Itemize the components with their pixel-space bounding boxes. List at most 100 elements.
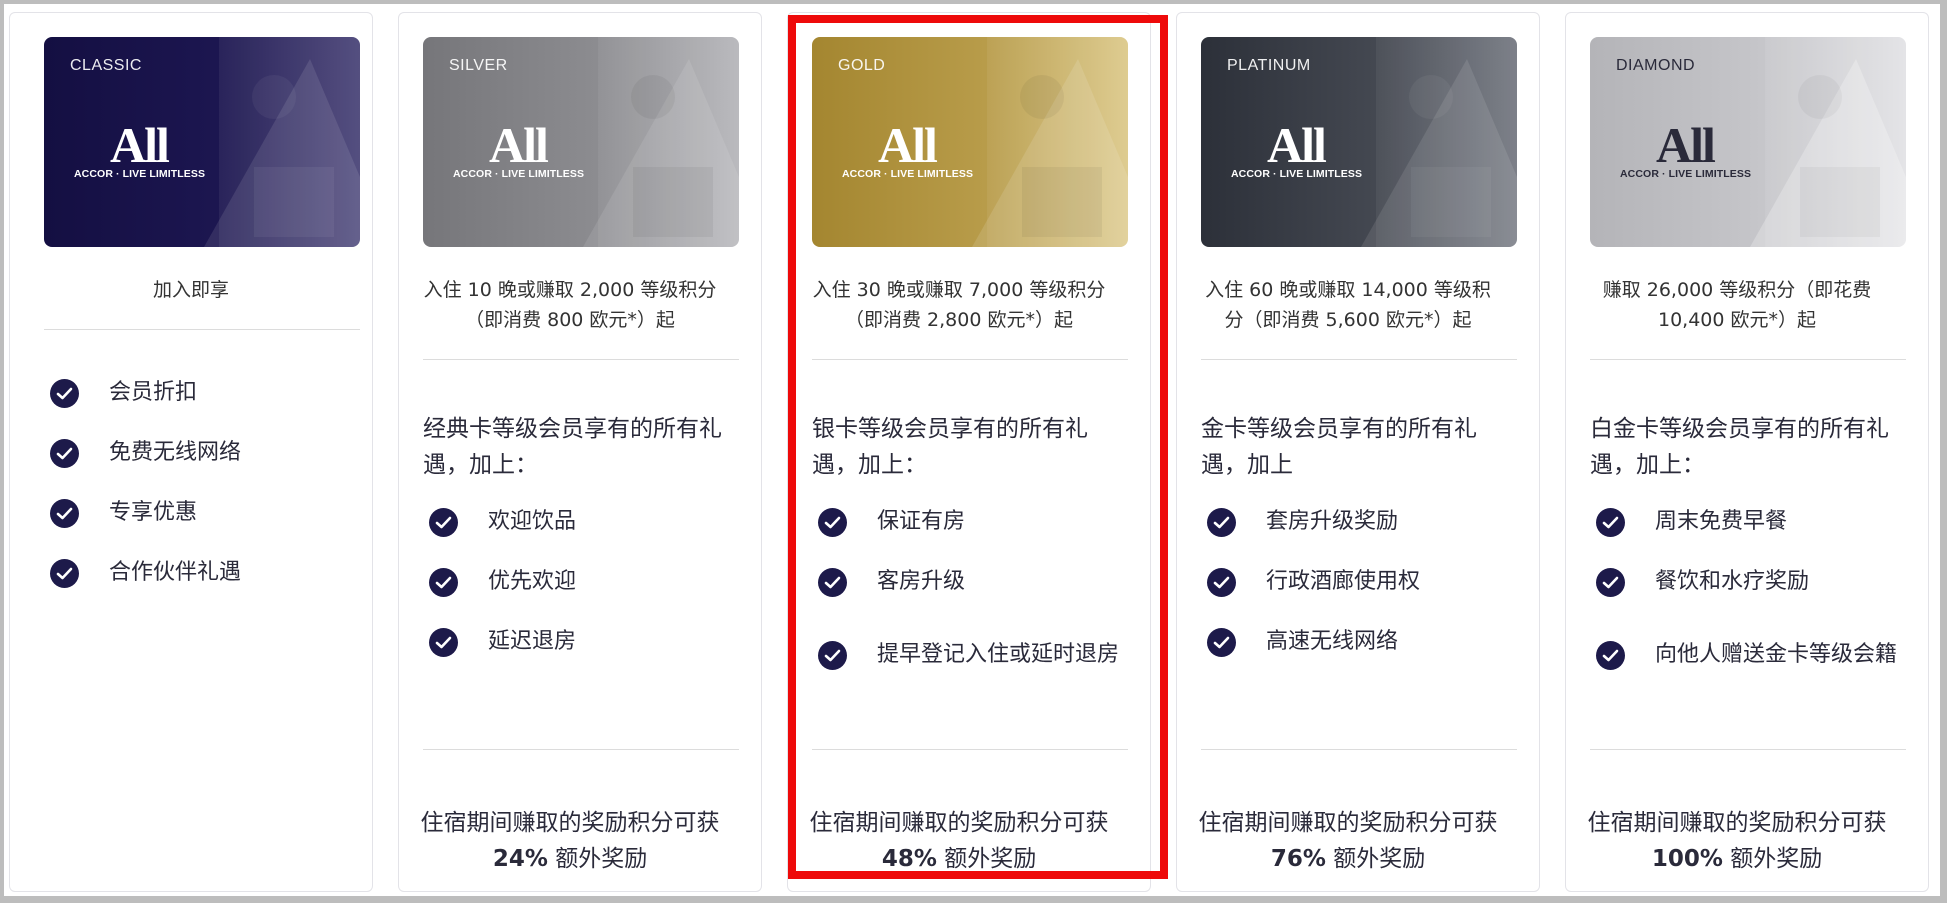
tier-card-diamond: DIAMOND All ACCOR · LIVE LIMITLESS xyxy=(1590,37,1906,247)
logo-tagline: ACCOR · LIVE LIMITLESS xyxy=(74,168,206,180)
divider xyxy=(1590,749,1906,750)
benefit-item: 优先欢迎 xyxy=(423,567,739,597)
benefit-item: 套房升级奖励 xyxy=(1201,507,1517,537)
benefit-item: 餐饮和水疗奖励 xyxy=(1590,567,1906,597)
bonus-text: 住宿期间赚取的奖励积分可获 xyxy=(420,810,720,836)
tier-intro: 金卡等级会员享有的所有礼遇，加上 xyxy=(1201,416,1477,478)
divider xyxy=(44,329,360,330)
requirement-line: （即消费 2,800 欧元*）起 xyxy=(845,309,1073,331)
benefit-item: 向他人赠送金卡等级会籍 xyxy=(1590,627,1906,683)
divider xyxy=(1590,359,1906,360)
check-circle-icon xyxy=(50,558,79,588)
tier-column-gold: GOLD All ACCOR · LIVE LIMITLESS 入住 30 晚或… xyxy=(787,12,1151,892)
bonus-suffix: 额外奖励 xyxy=(1730,846,1823,872)
tier-name: SILVER xyxy=(449,57,508,74)
benefit-list: 套房升级奖励 行政酒廊使用权 高速无线网络 xyxy=(1201,507,1517,687)
benefit-label: 保证有房 xyxy=(877,509,966,534)
logo-wordmark: All xyxy=(1267,117,1327,173)
bonus-percentage: 24% xyxy=(492,846,548,872)
benefit-list: 会员折扣 免费无线网络 专享优惠 合作伙伴礼遇 xyxy=(44,378,360,618)
logo-wordmark: All xyxy=(489,117,549,173)
check-circle-icon xyxy=(429,507,458,537)
bonus-suffix: 额外奖励 xyxy=(555,846,648,872)
benefit-label: 专享优惠 xyxy=(109,500,198,525)
logo-wordmark: All xyxy=(878,117,938,173)
tier-bonus: 住宿期间赚取的奖励积分可获 100% 额外奖励 xyxy=(1574,805,1900,877)
logo-tagline: ACCOR · LIVE LIMITLESS xyxy=(842,168,974,180)
benefit-label: 行政酒廊使用权 xyxy=(1266,569,1421,594)
bonus-text: 住宿期间赚取的奖励积分可获 xyxy=(1198,810,1498,836)
tier-bonus: 住宿期间赚取的奖励积分可获 48% 额外奖励 xyxy=(796,805,1122,877)
benefit-item: 高速无线网络 xyxy=(1201,627,1517,657)
tier-requirement: 入住 10 晚或赚取 2,000 等级积分 （即消费 800 欧元*）起 xyxy=(407,275,733,335)
tier-column-silver: SILVER All ACCOR · LIVE LIMITLESS 入住 10 … xyxy=(398,12,762,892)
benefit-item: 合作伙伴礼遇 xyxy=(44,558,360,588)
benefit-list: 欢迎饮品 优先欢迎 延迟退房 xyxy=(423,507,739,687)
accor-all-logo: All ACCOR · LIVE LIMITLESS xyxy=(74,117,206,181)
tier-bonus: 住宿期间赚取的奖励积分可获 76% 额外奖励 xyxy=(1185,805,1511,877)
requirement-line: 加入即享 xyxy=(152,279,229,301)
tier-card-classic: CLASSIC All ACCOR · LIVE LIMITLESS xyxy=(44,37,360,247)
benefit-label: 提早登记入住或延时退房 xyxy=(877,642,1120,667)
bonus-suffix: 额外奖励 xyxy=(1333,846,1426,872)
bonus-text: 住宿期间赚取的奖励积分可获 xyxy=(809,810,1109,836)
benefit-label: 优先欢迎 xyxy=(488,569,577,594)
benefit-list: 保证有房 客房升级 提早登记入住或延时退房 xyxy=(812,507,1128,713)
tier-intro: 银卡等级会员享有的所有礼遇，加上： xyxy=(812,416,1088,478)
accor-all-logo: All ACCOR · LIVE LIMITLESS xyxy=(453,117,584,181)
check-circle-icon xyxy=(429,627,458,657)
tier-requirement: 入住 30 晚或赚取 7,000 等级积分 （即消费 2,800 欧元*）起 xyxy=(796,275,1122,335)
check-circle-icon xyxy=(818,567,847,597)
requirement-line: 入住 60 晚或赚取 14,000 等级积 xyxy=(1205,279,1491,301)
requirement-line: 10,400 欧元*）起 xyxy=(1657,309,1817,331)
divider xyxy=(812,359,1128,360)
accor-all-logo: All ACCOR · LIVE LIMITLESS xyxy=(1620,117,1752,181)
tier-card-silver: SILVER All ACCOR · LIVE LIMITLESS xyxy=(423,37,739,247)
tier-comparison: CLASSIC All ACCOR · LIVE LIMITLESS 加入即享 … xyxy=(4,4,1940,896)
check-circle-icon xyxy=(50,378,79,408)
benefit-item: 专享优惠 xyxy=(44,498,360,528)
bonus-percentage: 76% xyxy=(1270,846,1326,872)
tier-card-gold: GOLD All ACCOR · LIVE LIMITLESS xyxy=(812,37,1128,247)
check-circle-icon xyxy=(1596,507,1625,537)
benefit-item: 欢迎饮品 xyxy=(423,507,739,537)
tier-requirement: 入住 60 晚或赚取 14,000 等级积 分（即消费 5,600 欧元*）起 xyxy=(1185,275,1511,335)
logo-wordmark: All xyxy=(110,117,170,173)
tier-column-diamond: DIAMOND All ACCOR · LIVE LIMITLESS 赚取 26… xyxy=(1565,12,1929,892)
benefit-item: 行政酒廊使用权 xyxy=(1201,567,1517,597)
bonus-percentage: 48% xyxy=(881,846,937,872)
benefit-item: 保证有房 xyxy=(812,507,1128,537)
divider xyxy=(1201,359,1517,360)
benefit-item: 客房升级 xyxy=(812,567,1128,597)
benefit-label: 延迟退房 xyxy=(488,629,577,654)
tier-name: CLASSIC xyxy=(70,57,142,74)
benefit-item: 免费无线网络 xyxy=(44,438,360,468)
tier-requirement: 加入即享 xyxy=(28,275,354,305)
tier-name: PLATINUM xyxy=(1227,57,1311,74)
divider xyxy=(1201,749,1517,750)
benefit-label: 合作伙伴礼遇 xyxy=(109,560,242,585)
benefit-item: 会员折扣 xyxy=(44,378,360,408)
tier-name: GOLD xyxy=(838,57,886,74)
check-circle-icon xyxy=(818,507,847,537)
benefit-label: 欢迎饮品 xyxy=(488,509,577,534)
benefit-label: 向他人赠送金卡等级会籍 xyxy=(1655,642,1898,667)
check-circle-icon xyxy=(1596,640,1625,670)
divider xyxy=(423,749,739,750)
tier-intro: 经典卡等级会员享有的所有礼遇，加上： xyxy=(423,416,722,478)
accor-all-logo: All ACCOR · LIVE LIMITLESS xyxy=(1231,117,1362,181)
benefit-label: 会员折扣 xyxy=(109,380,198,405)
logo-tagline: ACCOR · LIVE LIMITLESS xyxy=(1620,168,1752,180)
tier-bonus: 住宿期间赚取的奖励积分可获 24% 额外奖励 xyxy=(407,805,733,877)
check-circle-icon xyxy=(50,498,79,528)
logo-wordmark: All xyxy=(1656,117,1716,173)
tier-card-platinum: PLATINUM All ACCOR · LIVE LIMITLESS xyxy=(1201,37,1517,247)
check-circle-icon xyxy=(1596,567,1625,597)
benefit-item: 提早登记入住或延时退房 xyxy=(812,627,1128,683)
requirement-line: （即消费 800 欧元*）起 xyxy=(465,309,675,331)
check-circle-icon xyxy=(818,640,847,670)
check-circle-icon xyxy=(429,567,458,597)
accor-all-logo: All ACCOR · LIVE LIMITLESS xyxy=(842,117,974,181)
tier-intro: 白金卡等级会员享有的所有礼遇，加上： xyxy=(1590,416,1889,478)
requirement-line: 赚取 26,000 等级积分（即花费 xyxy=(1602,279,1872,301)
